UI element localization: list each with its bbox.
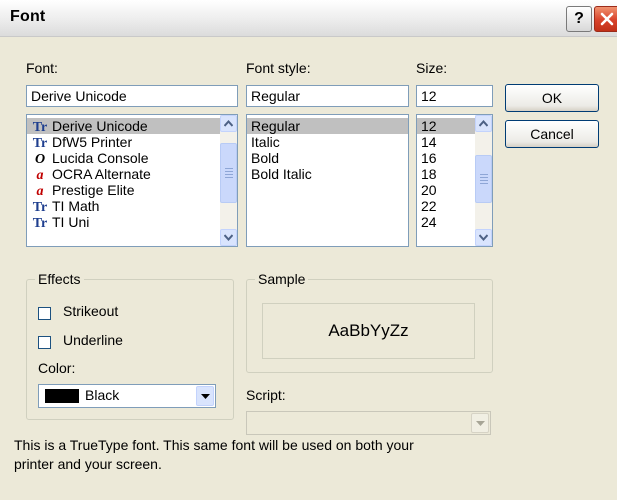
ok-button[interactable]: OK	[505, 84, 599, 112]
font-list-item-label: Derive Unicode	[52, 118, 148, 134]
font-name-input[interactable]: Derive Unicode	[26, 85, 238, 107]
close-button[interactable]	[594, 6, 617, 32]
font-list-item-label: TI Math	[52, 198, 100, 214]
title-bar: Font ?	[0, 0, 617, 37]
size-scroll-up-button[interactable]	[475, 115, 492, 132]
window-title: Font	[10, 8, 46, 25]
font-style-list-item[interactable]: Bold	[247, 150, 408, 166]
effects-title: Effects	[35, 271, 84, 287]
size-scroll-thumb[interactable]	[475, 155, 492, 203]
font-list-item-label: Lucida Console	[52, 150, 149, 166]
cancel-button[interactable]: Cancel	[505, 120, 599, 148]
truetype-icon: Tr	[32, 216, 48, 231]
color-combo[interactable]: Black	[38, 384, 216, 408]
question-mark-icon: ?	[574, 10, 584, 27]
description-line-1: This is a TrueType font. This same font …	[14, 437, 414, 453]
sample-title: Sample	[255, 271, 309, 287]
font-style-list-item[interactable]: Italic	[247, 134, 408, 150]
script-combo[interactable]	[246, 411, 491, 435]
font-style-list-item[interactable]: Bold Italic	[247, 166, 408, 182]
script-label: Script:	[246, 387, 286, 403]
sample-text: AaBbYyZz	[328, 321, 409, 340]
font-description: This is a TrueType font. This same font …	[14, 436, 484, 474]
font-list-item-label: TI Uni	[52, 214, 90, 230]
font-style-listbox[interactable]: Regular Italic Bold Bold Italic	[246, 114, 409, 247]
script-dropdown-button[interactable]	[471, 413, 489, 433]
font-list-item[interactable]: Tr Derive Unicode	[27, 118, 237, 135]
close-x-icon	[600, 12, 614, 26]
underline-label: Underline	[63, 332, 123, 348]
font-list-item-label: OCRA Alternate	[52, 166, 151, 182]
font-style-input[interactable]: Regular	[246, 85, 409, 107]
sample-preview: AaBbYyZz	[262, 303, 475, 359]
size-label: Size:	[416, 60, 448, 76]
chevron-down-icon	[201, 394, 210, 399]
color-dropdown-button[interactable]	[196, 386, 214, 406]
scroll-up-icon	[479, 120, 488, 127]
font-list-item[interactable]: a Prestige Elite	[27, 182, 237, 199]
font-list-item[interactable]: Tr TI Uni	[27, 214, 237, 231]
font-scrollbar[interactable]	[220, 115, 237, 246]
description-line-2: printer and your screen.	[14, 456, 162, 472]
font-list-item[interactable]: O Lucida Console	[27, 150, 237, 167]
font-style-label: Font style:	[246, 60, 311, 76]
font-listbox[interactable]: Tr Derive Unicode Tr DfW5 Printer O Lucida Co…	[26, 114, 238, 247]
strikeout-checkbox[interactable]	[38, 307, 51, 320]
color-value: Black	[85, 387, 120, 403]
color-swatch	[45, 389, 79, 403]
font-scroll-thumb[interactable]	[220, 143, 237, 203]
font-scroll-up-button[interactable]	[220, 115, 237, 132]
scroll-down-icon	[224, 234, 233, 241]
size-scroll-down-button[interactable]	[475, 229, 492, 246]
font-list-item-label: Prestige Elite	[52, 182, 135, 198]
scroll-down-icon	[479, 234, 488, 241]
color-label: Color:	[38, 360, 76, 376]
font-list-item[interactable]: a OCRA Alternate	[27, 166, 237, 183]
strikeout-label: Strikeout	[63, 303, 119, 319]
font-label: Font:	[26, 60, 58, 76]
font-scroll-down-button[interactable]	[220, 229, 237, 246]
chevron-down-icon	[476, 421, 485, 426]
font-style-list-item[interactable]: Regular	[247, 118, 408, 134]
font-list-item[interactable]: Tr DfW5 Printer	[27, 134, 237, 151]
font-size-input[interactable]: 12	[416, 85, 493, 107]
font-list-item[interactable]: Tr TI Math	[27, 198, 237, 215]
size-scrollbar[interactable]	[475, 115, 492, 246]
scroll-up-icon	[224, 120, 233, 127]
help-button[interactable]: ?	[566, 6, 592, 32]
font-list-item-label: DfW5 Printer	[52, 134, 133, 150]
size-listbox[interactable]: 12 14 16 18 20 22 24	[416, 114, 493, 247]
underline-checkbox[interactable]	[38, 336, 51, 349]
